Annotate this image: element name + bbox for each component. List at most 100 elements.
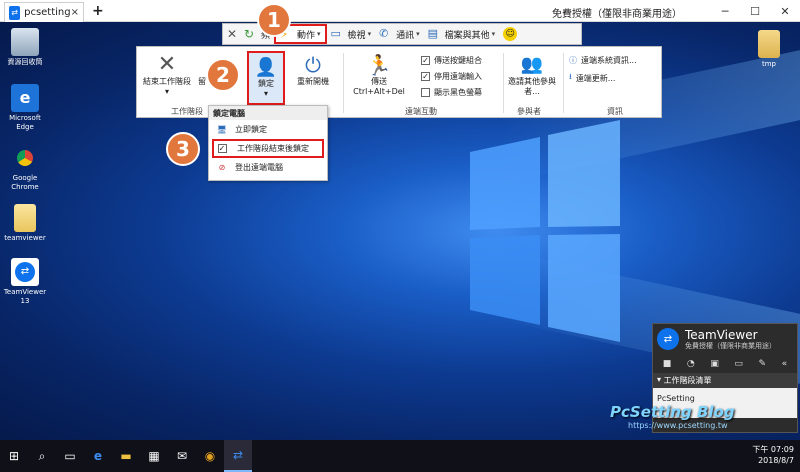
invite-label: 邀請其他參與者... (508, 77, 556, 96)
folder-icon: ▬ (120, 449, 132, 463)
collapse-icon[interactable]: « (782, 359, 788, 369)
end-session-button[interactable]: ✕ 結束工作階段 ▾ (143, 53, 191, 97)
tv-panel-actions: ■ ◔ ▣ ▭ ✎ « (653, 355, 797, 373)
teamviewer-icon: ⇄ (9, 5, 21, 20)
invite-participants-button[interactable]: 👥 邀請其他參與者... (507, 53, 557, 97)
taskbar-chrome[interactable]: ◉ (196, 440, 224, 472)
toolbar-item-label: 檔案與其他 (444, 30, 490, 41)
lock-label: 鎖定 (258, 79, 274, 88)
menu-item-logoff[interactable]: ⊘ 登出遠端電腦 (209, 158, 327, 177)
chevron-down-icon: ▾ (491, 30, 496, 38)
end-session-label: 結束工作階段 (143, 77, 191, 86)
power-icon: ⏻ (305, 53, 321, 77)
taskbar-explorer[interactable]: ▬ (112, 440, 140, 472)
tab-pcsetting[interactable]: ⇄ pcsetting × (4, 2, 84, 22)
window-title: 免費授權（僅限非商業用途） (552, 9, 682, 20)
step-badge: 1 (257, 3, 291, 37)
taskbar: ⊞ ⌕ ▭ e ▬ ▦ ✉ ◉ ⇄ (0, 440, 800, 472)
end-session-icon: ✕ (157, 52, 177, 77)
lock-dropdown-menu: 鎖定電腦 🖥 立即鎖定 ✓ 工作階段結束後鎖定 ⊘ 登出遠端電腦 (208, 105, 328, 181)
task-view-button[interactable]: ▭ (56, 440, 84, 472)
start-button[interactable]: ⊞ (0, 440, 28, 472)
reboot-button[interactable]: ⏻ 重新開機 (291, 53, 335, 87)
step-badge: 3 (166, 132, 200, 166)
search-button[interactable]: ⌕ (28, 440, 56, 472)
tv-panel-sub: 免費授權（僅限非商業用途） (685, 342, 776, 350)
desktop-icon-chrome[interactable]: Google Chrome (0, 144, 50, 192)
store-icon: ▦ (148, 449, 160, 463)
taskbar-teamviewer[interactable]: ⇄ (224, 440, 252, 472)
new-tab-button[interactable]: + (92, 3, 104, 19)
session-list-header[interactable]: ▾ 工作階段清單 (653, 373, 797, 388)
desktop-icon-teamviewer-folder[interactable]: teamviewer (0, 204, 50, 243)
menu-item-lock-after-session[interactable]: ✓ 工作階段結束後鎖定 (212, 139, 324, 158)
headset-icon[interactable]: ◔ (687, 359, 695, 369)
watermark-url: https://www.pcsetting.tw (628, 421, 728, 430)
lock-button[interactable]: 👤 鎖定 ▾ (247, 51, 285, 105)
tray-date: 2018/8/7 (758, 456, 794, 465)
taskbar-mail[interactable]: ✉ (168, 440, 196, 472)
download-icon: ⭳ (569, 72, 572, 81)
checkbox-disable-input[interactable]: ✓ 停用遠端輸入 (421, 71, 482, 82)
taskbar-edge[interactable]: e (84, 440, 112, 472)
remote-system-info-link[interactable]: ⓘ 遠端系統資訊... (569, 55, 637, 66)
session-item[interactable]: PcSetting (657, 394, 695, 403)
checkbox-black-screen[interactable]: 顯示黑色螢幕 (421, 87, 482, 98)
toolbar-files[interactable]: ▤ 檔案與其他 ▾ (424, 23, 500, 45)
checkbox-checked[interactable]: ✓ (421, 56, 430, 65)
group-label-participants: 參與者 (517, 107, 541, 116)
desktop-icon-label: TeamViewer 13 (3, 288, 47, 305)
desktop-icon-edge[interactable]: e Microsoft Edge (0, 84, 50, 132)
system-tray-clock[interactable]: 下午 07:09 2018/8/7 (752, 444, 794, 466)
share-label: 留 (198, 77, 206, 86)
toolbar-communicate[interactable]: ✆ 通訊 ▾ (375, 23, 424, 45)
desktop-icon-label: Google Chrome (11, 174, 39, 191)
info-icon: ⓘ (569, 56, 577, 65)
checkbox-send-keys[interactable]: ✓ 傳送按鍵組合 (421, 55, 482, 66)
toolbar-item-label: 通訊 (396, 30, 415, 41)
menu-item-lock-now[interactable]: 🖥 立即鎖定 (209, 120, 327, 139)
maximize-button[interactable]: ☐ (740, 0, 770, 22)
logoff-user-icon: ⊘ (218, 163, 226, 172)
checkbox-checked[interactable]: ✓ (217, 142, 231, 156)
divider (563, 53, 564, 113)
toolbar-smiley[interactable]: ☺ (499, 23, 524, 45)
reboot-label: 重新開機 (297, 77, 329, 86)
checkbox-checked[interactable]: ✓ (421, 72, 430, 81)
send-sub-label: Ctrl+Alt+Del (353, 87, 405, 96)
dropdown-header: 鎖定電腦 (209, 106, 327, 120)
desktop-icon-tmp[interactable]: tmp (744, 30, 794, 69)
link-label: 遠端系統資訊... (581, 56, 637, 65)
end-session-icon: ✕ (227, 27, 238, 41)
group-label-remote: 遠端互動 (405, 107, 437, 116)
send-ctrl-alt-del-button[interactable]: 🏃 傳送 Ctrl+Alt+Del (351, 53, 407, 97)
desktop-icon-label: tmp (761, 60, 776, 68)
pen-icon[interactable]: ✎ (759, 359, 767, 369)
search-icon: ⌕ (38, 448, 46, 463)
desktop-icon-teamviewer13[interactable]: ⇄ TeamViewer 13 (0, 258, 50, 306)
watermark-brand: PcSetting Blog (610, 403, 735, 421)
screen-icon[interactable]: ▭ (734, 359, 743, 369)
remote-update-link[interactable]: ⭳ 遠端更新... (569, 71, 615, 85)
video-icon[interactable]: ■ (663, 359, 672, 369)
group-label-session: 工作階段 (171, 107, 203, 116)
file-icon: ▤ (427, 27, 439, 40)
close-button[interactable]: ✕ (770, 0, 800, 22)
toolbar-view[interactable]: ▭ 檢視 ▾ (327, 23, 376, 45)
minimize-button[interactable]: ─ (710, 0, 740, 22)
chrome-icon (11, 144, 39, 172)
taskbar-store[interactable]: ▦ (140, 440, 168, 472)
divider (343, 53, 344, 113)
windows-icon: ⊞ (8, 449, 20, 463)
tab-close-icon[interactable]: × (71, 7, 79, 18)
chevron-down-icon: ▾ (367, 30, 372, 38)
add-user-icon: 👥 (520, 54, 544, 75)
chat-icon[interactable]: ▣ (710, 359, 719, 369)
folder-icon (758, 30, 780, 58)
desktop-icon-label: teamviewer (4, 234, 46, 242)
lock-user-icon: 👤 (254, 57, 278, 78)
teamviewer-icon: ⇄ (11, 258, 39, 286)
toolbar-item-label: 檢視 (347, 30, 366, 41)
checkbox-unchecked[interactable] (421, 88, 430, 97)
desktop-icon-recycle-bin[interactable]: 資源回收筒 (0, 28, 50, 67)
